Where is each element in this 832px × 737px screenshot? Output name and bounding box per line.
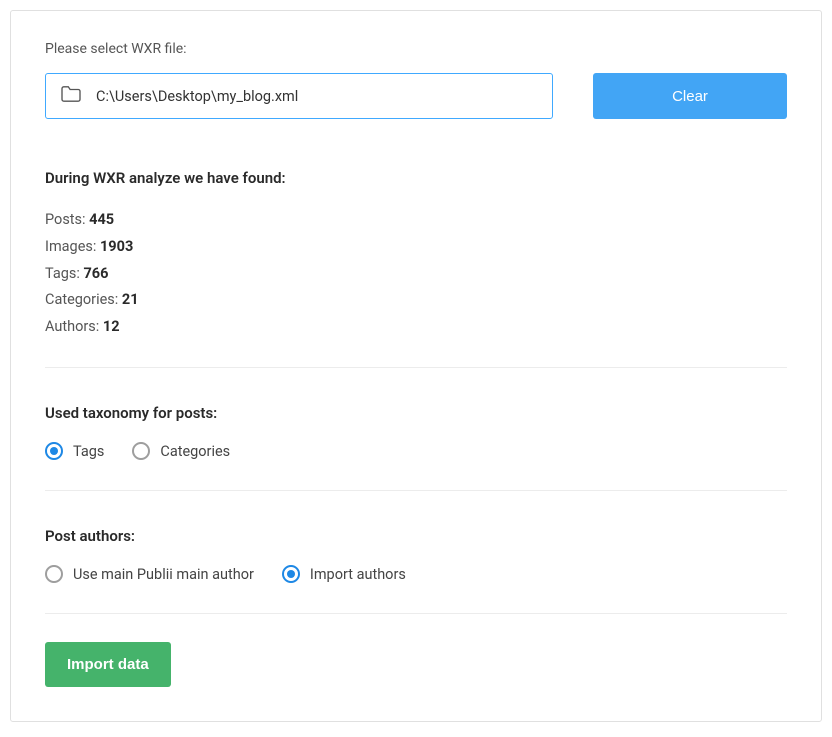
radio-label: Use main Publii main author: [73, 566, 254, 583]
taxonomy-section: Used taxonomy for posts: Tags Categories: [45, 368, 787, 490]
stat-categories-label: Categories:: [45, 291, 122, 308]
radio-label: Tags: [73, 443, 104, 460]
folder-icon: [60, 85, 82, 107]
authors-heading: Post authors:: [45, 527, 787, 545]
authors-section: Post authors: Use main Publii main autho…: [45, 491, 787, 613]
import-button[interactable]: Import data: [45, 642, 171, 687]
stat-images-label: Images:: [45, 238, 100, 255]
radio-indicator: [282, 565, 300, 583]
radio-indicator: [45, 565, 63, 583]
stat-categories-value: 21: [122, 291, 139, 308]
stat-authors-label: Authors:: [45, 318, 103, 335]
radio-label: Import authors: [310, 566, 406, 583]
stat-tags-label: Tags:: [45, 265, 83, 282]
radio-authors-import[interactable]: Import authors: [282, 565, 406, 583]
stat-tags: Tags: 766: [45, 261, 787, 288]
stat-images: Images: 1903: [45, 234, 787, 261]
file-select-label: Please select WXR file:: [45, 41, 787, 57]
authors-radio-group: Use main Publii main author Import autho…: [45, 565, 787, 583]
radio-indicator: [132, 442, 150, 460]
clear-button[interactable]: Clear: [593, 73, 787, 119]
stat-authors-value: 12: [103, 318, 120, 335]
file-path-input[interactable]: C:\Users\Desktop\my_blog.xml: [45, 73, 553, 119]
stat-posts: Posts: 445: [45, 207, 787, 234]
stat-images-value: 1903: [100, 238, 133, 255]
analysis-stats: Posts: 445 Images: 1903 Tags: 766 Catego…: [45, 207, 787, 341]
radio-indicator: [45, 442, 63, 460]
stat-tags-value: 766: [83, 265, 108, 282]
file-row: C:\Users\Desktop\my_blog.xml Clear: [45, 73, 787, 119]
divider: [45, 613, 787, 614]
taxonomy-radio-group: Tags Categories: [45, 442, 787, 460]
taxonomy-heading: Used taxonomy for posts:: [45, 404, 787, 422]
import-panel: Please select WXR file: C:\Users\Desktop…: [10, 10, 822, 722]
stat-categories: Categories: 21: [45, 287, 787, 314]
radio-taxonomy-categories[interactable]: Categories: [132, 442, 230, 460]
stat-posts-label: Posts:: [45, 211, 89, 228]
stat-authors: Authors: 12: [45, 314, 787, 341]
stat-posts-value: 445: [89, 211, 114, 228]
file-path-text: C:\Users\Desktop\my_blog.xml: [96, 88, 298, 105]
analysis-heading: During WXR analyze we have found:: [45, 169, 787, 187]
radio-label: Categories: [160, 443, 230, 460]
radio-authors-use-main[interactable]: Use main Publii main author: [45, 565, 254, 583]
radio-taxonomy-tags[interactable]: Tags: [45, 442, 104, 460]
